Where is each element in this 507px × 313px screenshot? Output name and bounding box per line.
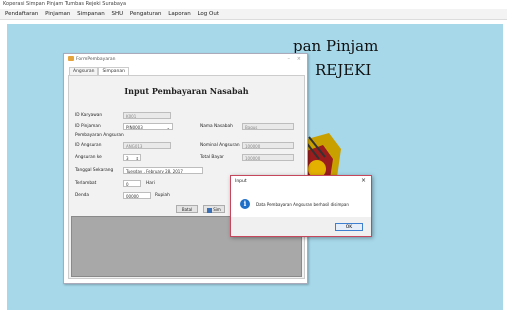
denda-label: Denda <box>75 193 90 198</box>
terlambat-unit: Hari <box>146 181 155 186</box>
dialog-title: Input <box>235 179 247 184</box>
tanggal-sekarang-label: Tanggal Sekarang <box>75 168 114 173</box>
mdi-desktop: pan Pinjam REJEKI FormPembayaran – × Ang… <box>7 24 503 310</box>
child-window-title: FormPembayaran <box>76 57 116 62</box>
form-heading: Input Pembayaran Nasabah <box>124 86 249 96</box>
background-title-line2: REJEKI <box>315 61 372 79</box>
denda-value: 00000 <box>126 194 139 199</box>
denda-unit: Rupiah <box>155 193 170 198</box>
stepper-arrows-icon: ⇕ <box>135 156 139 161</box>
angsuran-ke-value: 3 <box>126 156 129 161</box>
menu-item-shu[interactable]: SHU <box>112 11 124 17</box>
nama-nasabah-label: Nama Nasabah <box>200 124 233 129</box>
id-karyawan-field[interactable]: K001 <box>123 112 171 119</box>
id-angsuran-label: ID Angsuran <box>75 143 102 148</box>
batal-button[interactable]: Batal <box>176 205 198 213</box>
save-icon <box>207 207 213 213</box>
tab-strip: Angsuran Simpanan <box>69 67 130 75</box>
id-angsuran-field[interactable]: ANG013 <box>123 142 171 149</box>
tab-angsuran[interactable]: Angsuran <box>69 67 99 75</box>
section-pembayaran-angsuran: Pembayaran Angsuran <box>75 133 124 138</box>
menu-item-pendaftaran[interactable]: Pendaftaran <box>5 11 38 17</box>
simpan-button[interactable]: Sim <box>203 205 225 213</box>
terlambat-label: Terlambat <box>75 181 97 186</box>
terlambat-stepper[interactable]: 0 <box>123 180 141 187</box>
nominal-angsuran-field[interactable]: 100000 <box>242 142 294 149</box>
close-icon[interactable]: × <box>297 54 301 65</box>
menu-item-simpanan[interactable]: Simpanan <box>77 11 105 17</box>
dialog-message: Data Pembayaran Angsuran berhasil disimp… <box>256 202 349 207</box>
menu-item-pinjaman[interactable]: Pinjaman <box>45 11 70 17</box>
menu-bar: Pendaftaran Pinjaman Simpanan SHU Pengat… <box>0 9 507 20</box>
menu-item-pengaturan[interactable]: Pengaturan <box>130 11 162 17</box>
form-window-icon <box>68 56 74 61</box>
id-pinjaman-select[interactable]: PIN0003 ⌄ <box>123 123 173 130</box>
terlambat-value: 0 <box>126 182 129 187</box>
id-karyawan-label: ID Karyawan <box>75 113 103 118</box>
denda-stepper[interactable]: 00000 <box>123 192 151 199</box>
nominal-angsuran-label: Nominal Angsuran <box>200 143 240 148</box>
input-dialog: Input × i Data Pembayaran Angsuran berha… <box>230 175 372 237</box>
minimize-icon[interactable]: – <box>288 54 291 65</box>
form-pembayaran-window: FormPembayaran – × Angsuran Simpanan Inpu… <box>63 53 308 284</box>
menu-item-logout[interactable]: Log Out <box>197 11 219 17</box>
angsuran-ke-stepper[interactable]: 3 ⇕ <box>123 154 141 161</box>
child-titlebar: FormPembayaran <box>64 54 307 65</box>
tab-simpanan[interactable]: Simpanan <box>98 67 130 75</box>
ok-button[interactable]: OK <box>335 223 363 231</box>
id-pinjaman-label: ID Pinjaman <box>75 124 101 129</box>
angsuran-ke-label: Angsuran ke <box>75 155 102 160</box>
tanggal-sekarang-picker[interactable]: Tuesday , February 28, 2017 <box>123 167 203 174</box>
chevron-down-icon: ⌄ <box>166 125 170 130</box>
id-pinjaman-value: PIN0003 <box>126 125 143 130</box>
total-bayar-label: Total Bayar <box>200 155 224 160</box>
tanggal-sekarang-value: Tuesday , February 28, 2017 <box>126 169 183 174</box>
menu-item-laporan[interactable]: Laporan <box>168 11 190 17</box>
window-title: Koperasi Simpan Pinjam Tumbas Rejeki Sur… <box>0 0 507 9</box>
total-bayar-field[interactable]: 100000 <box>242 154 294 161</box>
dialog-close-icon[interactable]: × <box>361 177 366 184</box>
info-icon: i <box>240 199 250 209</box>
simpan-label: Sim <box>213 207 221 212</box>
nama-nasabah-field[interactable]: Bagus <box>242 123 294 130</box>
